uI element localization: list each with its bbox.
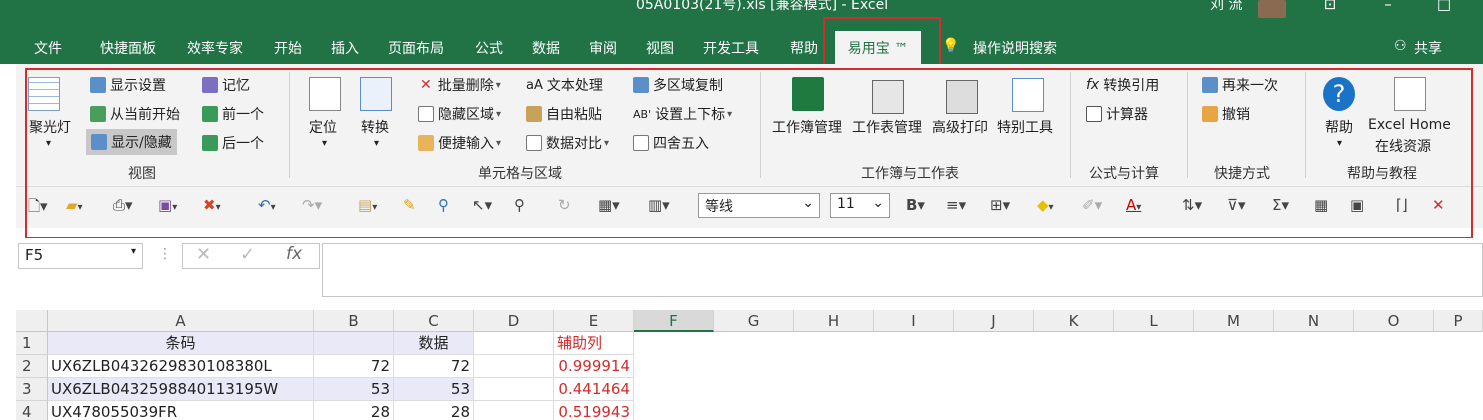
column-header[interactable]: C — [394, 310, 474, 332]
column-header[interactable]: D — [474, 310, 554, 332]
avatar[interactable] — [1258, 0, 1286, 18]
minimize-icon[interactable]: – — [1378, 0, 1398, 15]
lightbulb-icon: 💡 — [942, 38, 960, 54]
share-icon[interactable]: ⚇ — [1394, 38, 1407, 54]
name-box[interactable]: F5 ▾ — [18, 243, 143, 269]
cell-b2[interactable]: 72 — [314, 355, 394, 378]
column-header[interactable]: J — [954, 310, 1034, 332]
column-header[interactable]: L — [1114, 310, 1194, 332]
row-header[interactable]: 3 — [16, 378, 48, 401]
tab-insert[interactable]: 插入 — [331, 38, 359, 58]
tab-page-layout[interactable]: 页面布局 — [388, 38, 444, 58]
cell-e2[interactable]: 0.999914 — [554, 355, 634, 378]
cell-a3[interactable]: UX6ZLB0432598840113195W — [48, 378, 314, 401]
fx-insert-function-icon[interactable]: fx — [286, 244, 302, 264]
column-header[interactable]: E — [554, 310, 634, 332]
cell-e1[interactable]: 辅助列 — [554, 332, 634, 355]
enter-icon[interactable]: ✓ — [240, 244, 255, 265]
tab-home[interactable]: 开始 — [274, 38, 302, 58]
ribbon-display-icon[interactable]: ⊡ — [1320, 0, 1340, 15]
tab-help[interactable]: 帮助 — [790, 38, 818, 58]
cell-d3[interactable] — [474, 378, 554, 401]
ribbon-highlight-box — [25, 68, 1473, 239]
column-header[interactable]: O — [1354, 310, 1434, 332]
tell-me-search[interactable]: 操作说明搜索 — [973, 38, 1057, 58]
tab-quick-panel[interactable]: 快捷面板 — [100, 38, 156, 58]
cell-b3[interactable]: 53 — [314, 378, 394, 401]
maximize-icon[interactable]: □ — [1434, 0, 1454, 15]
row-header[interactable]: 4 — [16, 401, 48, 420]
cell-e3[interactable]: 0.441464 — [554, 378, 634, 401]
cell-c2[interactable]: 72 — [394, 355, 474, 378]
cell-e4[interactable]: 0.519943 — [554, 401, 634, 420]
column-header[interactable]: M — [1194, 310, 1274, 332]
chevron-down-icon: ▾ — [130, 246, 136, 257]
cell-c4[interactable]: 28 — [394, 401, 474, 420]
column-header[interactable]: H — [794, 310, 874, 332]
tab-efficiency[interactable]: 效率专家 — [187, 38, 243, 58]
column-header[interactable]: G — [714, 310, 794, 332]
cell-c1[interactable]: 数据 — [394, 332, 474, 355]
cell-b4[interactable]: 28 — [314, 401, 394, 420]
user-name[interactable]: 刘 流 — [1210, 0, 1242, 14]
column-header[interactable]: I — [874, 310, 954, 332]
cell-d1[interactable] — [474, 332, 554, 355]
cell-c3[interactable]: 53 — [394, 378, 474, 401]
cell-a1[interactable]: 条码 — [48, 332, 314, 355]
share-button[interactable]: 共享 — [1414, 38, 1442, 58]
cell-d2[interactable] — [474, 355, 554, 378]
cell-b1[interactable] — [314, 332, 394, 355]
tab-developer[interactable]: 开发工具 — [703, 38, 759, 58]
cell-a2[interactable]: UX6ZLB0432629830108380L — [48, 355, 314, 378]
row-header[interactable]: 2 — [16, 355, 48, 378]
column-header[interactable]: P — [1434, 310, 1483, 332]
column-header[interactable]: N — [1274, 310, 1354, 332]
cell-d4[interactable] — [474, 401, 554, 420]
column-header[interactable]: K — [1034, 310, 1114, 332]
tab-formulas[interactable]: 公式 — [475, 38, 503, 58]
tab-data[interactable]: 数据 — [532, 38, 560, 58]
cancel-icon[interactable]: ✕ — [196, 244, 211, 265]
tab-view[interactable]: 视图 — [646, 38, 674, 58]
column-header[interactable]: B — [314, 310, 394, 332]
row-header[interactable]: 1 — [16, 332, 48, 355]
formula-input[interactable] — [322, 243, 1483, 297]
tab-review[interactable]: 审阅 — [589, 38, 617, 58]
window-title: 05A0103(21号).xls [兼容模式] - Excel — [636, 0, 889, 13]
more-icon: ⋮ — [158, 246, 172, 262]
column-header-active[interactable]: F — [634, 310, 714, 332]
tab-file[interactable]: 文件 — [34, 38, 62, 58]
cell-a4[interactable]: UX478055039FR — [48, 401, 314, 420]
column-header[interactable]: A — [48, 310, 314, 332]
select-all-corner[interactable] — [16, 310, 48, 332]
